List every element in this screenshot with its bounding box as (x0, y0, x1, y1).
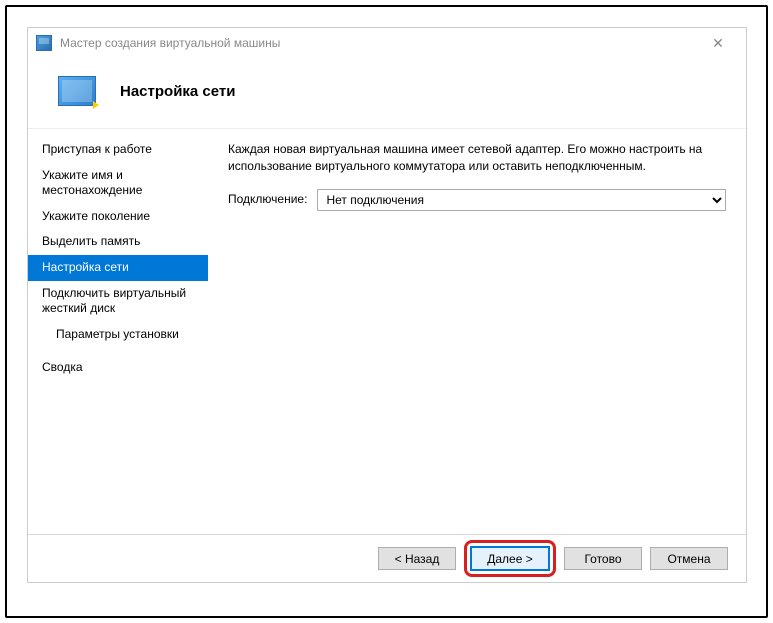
wizard-step[interactable]: Параметры установки (28, 322, 208, 348)
wizard-step[interactable]: Сводка (28, 355, 208, 381)
wizard-step[interactable]: Настройка сети (28, 255, 208, 281)
wizard-step[interactable]: Выделить память (28, 229, 208, 255)
next-highlight: Далее > (464, 540, 556, 577)
back-button[interactable]: < Назад (378, 547, 456, 570)
page-title: Настройка сети (120, 83, 235, 100)
titlebar: Мастер создания виртуальной машины ✕ (28, 28, 746, 58)
wizard-body: Приступая к работеУкажите имя и местонах… (28, 128, 746, 534)
wizard-step[interactable]: Укажите поколение (28, 204, 208, 230)
window-title: Мастер создания виртуальной машины (60, 36, 280, 50)
app-icon (36, 35, 52, 51)
wizard-steps: Приступая к работеУкажите имя и местонах… (28, 129, 208, 534)
vm-icon (58, 76, 96, 106)
wizard-step[interactable]: Подключить виртуальный жесткий диск (28, 281, 208, 322)
wizard-step[interactable]: Приступая к работе (28, 137, 208, 163)
close-button[interactable]: ✕ (698, 36, 738, 50)
wizard-step[interactable]: Укажите имя и местонахождение (28, 163, 208, 204)
wizard-dialog: Мастер создания виртуальной машины ✕ Нас… (27, 27, 747, 583)
wizard-footer: < Назад Далее > Готово Отмена (28, 534, 746, 582)
wizard-header: Настройка сети (28, 58, 746, 128)
connection-label: Подключение: (228, 191, 307, 208)
connection-row: Подключение: Нет подключения (228, 189, 726, 211)
cancel-button[interactable]: Отмена (650, 547, 728, 570)
description-text: Каждая новая виртуальная машина имеет се… (228, 141, 726, 175)
next-button[interactable]: Далее > (471, 547, 549, 570)
finish-button[interactable]: Готово (564, 547, 642, 570)
connection-select[interactable]: Нет подключения (317, 189, 726, 211)
wizard-content: Каждая новая виртуальная машина имеет се… (208, 129, 746, 534)
